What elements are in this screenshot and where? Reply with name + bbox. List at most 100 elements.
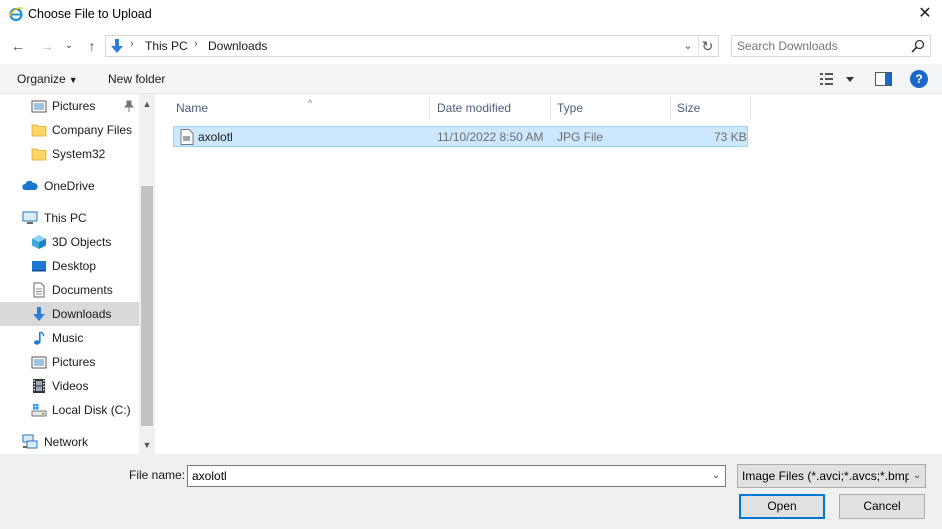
film-icon (33, 379, 45, 393)
chevron-up-icon: ▲ (142, 99, 152, 109)
back-arrow-icon: ← (11, 38, 25, 54)
sidebar-item-3d-objects[interactable]: 3D Objects (0, 230, 139, 254)
navigation-pane: Pictures Company Files System32 OneDrive… (0, 94, 155, 454)
file-type-value: Image Files (*.avci;*.avcs;*.bmp (742, 469, 910, 483)
forward-button[interactable]: → (37, 36, 57, 56)
chevron-down-icon: ⌄ (683, 40, 693, 52)
sidebar-item-pictures-quick[interactable]: Pictures (0, 94, 139, 118)
sidebar-item-label: Music (52, 331, 84, 345)
sidebar-item-label: Company Files (52, 123, 133, 137)
sidebar-item-label: This PC (44, 211, 87, 225)
column-header-name[interactable]: Name ^ (170, 96, 430, 120)
pictures-icon (31, 100, 47, 113)
chevron-down-icon: ⌄ (64, 40, 74, 51)
address-bar[interactable]: › This PC › Downloads ⌄ ↻ (105, 35, 719, 57)
column-header-size[interactable]: Size (671, 96, 751, 120)
column-header-date[interactable]: Date modified (431, 96, 551, 120)
scroll-down-button[interactable]: ▼ (139, 437, 155, 453)
address-dropdown-button[interactable]: ⌄ (680, 37, 696, 55)
chevron-down-icon: ⌄ (912, 470, 922, 481)
help-button[interactable]: ? (910, 70, 928, 88)
file-name-dropdown-button[interactable]: ⌄ (708, 468, 724, 484)
command-bar: Organize ▼ New folder ? (0, 64, 942, 94)
breadcrumb-separator: › (194, 38, 198, 50)
dialog-footer: File name: ⌄ Image Files (*.avci;*.avcs;… (0, 454, 942, 529)
sidebar-item-label: OneDrive (44, 179, 95, 193)
search-box[interactable] (731, 35, 931, 57)
file-name: axolotl (198, 130, 233, 144)
title-bar: Choose File to Upload ✕ (0, 0, 942, 28)
organize-label: Organize (17, 72, 66, 86)
sidebar-item-label: Pictures (52, 99, 96, 113)
sidebar-item-system32[interactable]: System32 (0, 142, 139, 166)
chevron-down-icon: ⌄ (711, 470, 721, 481)
cube-icon (32, 235, 46, 249)
sidebar-item-onedrive[interactable]: OneDrive (0, 174, 139, 198)
organize-button[interactable]: Organize ▼ (17, 72, 78, 86)
scrollbar-thumb[interactable] (141, 186, 153, 426)
pin-icon (124, 100, 134, 112)
folder-icon (31, 148, 47, 161)
change-view-button[interactable] (820, 72, 856, 86)
computer-icon (22, 211, 38, 224)
file-name-combobox[interactable]: ⌄ (187, 465, 726, 487)
search-input[interactable] (737, 38, 907, 54)
breadcrumb-separator: › (130, 38, 134, 50)
sidebar-item-music[interactable]: Music (0, 326, 139, 350)
back-button[interactable]: ← (8, 36, 28, 56)
sidebar-item-label: Documents (52, 283, 113, 297)
file-name-input[interactable] (192, 468, 702, 484)
sidebar-item-desktop[interactable]: Desktop (0, 254, 139, 278)
close-button[interactable]: ✕ (915, 4, 935, 24)
column-name-label: Name (176, 101, 209, 115)
sidebar-item-label: Videos (52, 379, 89, 393)
cancel-button[interactable]: Cancel (839, 494, 925, 519)
image-file-icon (180, 129, 194, 145)
file-list: Name ^ Date modified Type Size axolotl 1… (157, 94, 942, 454)
file-size: 73 KB (714, 130, 747, 144)
sidebar-item-label: System32 (52, 147, 106, 161)
window-title: Choose File to Upload (28, 7, 152, 21)
sidebar-item-local-disk[interactable]: Local Disk (C:) (0, 398, 139, 422)
new-folder-button[interactable]: New folder (108, 72, 165, 86)
open-button[interactable]: Open (739, 494, 825, 519)
sidebar-item-downloads[interactable]: Downloads (0, 302, 139, 326)
preview-pane-button[interactable] (875, 72, 892, 86)
document-icon (33, 282, 45, 298)
sort-ascending-icon: ^ (308, 98, 313, 108)
forward-arrow-icon: → (40, 38, 54, 54)
breadcrumb-downloads[interactable]: Downloads (208, 39, 267, 53)
download-arrow-icon (111, 39, 123, 53)
up-arrow-icon: ↑ (88, 38, 96, 54)
sidebar-item-this-pc[interactable]: This PC (0, 206, 139, 230)
folder-icon (31, 124, 47, 137)
sidebar-item-company-files[interactable]: Company Files (0, 118, 139, 142)
search-icon (911, 39, 925, 53)
internet-explorer-icon (8, 7, 23, 22)
breadcrumb-this-pc[interactable]: This PC (145, 39, 188, 53)
close-icon: ✕ (918, 5, 932, 22)
recent-locations-button[interactable]: ⌄ (62, 36, 76, 56)
file-type-select[interactable]: Image Files (*.avci;*.avcs;*.bmp ⌄ (737, 464, 926, 488)
desktop-icon (32, 261, 46, 272)
sidebar-item-label: Network (44, 435, 89, 449)
sidebar-item-label: Desktop (52, 259, 97, 273)
download-arrow-icon (33, 307, 45, 321)
navigation-scrollbar[interactable]: ▲ ▼ (139, 94, 155, 454)
network-icon (22, 434, 38, 449)
up-button[interactable]: ↑ (82, 36, 102, 56)
file-type-dropdown-button[interactable]: ⌄ (909, 468, 925, 484)
sidebar-item-documents[interactable]: Documents (0, 278, 139, 302)
caret-down-icon: ▼ (68, 75, 78, 85)
column-header-type[interactable]: Type (551, 96, 671, 120)
file-name-label: File name: (129, 468, 186, 482)
file-row[interactable]: axolotl 11/10/2022 8:50 AM JPG File 73 K… (173, 126, 748, 147)
sidebar-item-network[interactable]: Network (0, 430, 139, 454)
file-type: JPG File (557, 130, 604, 144)
scroll-up-button[interactable]: ▲ (139, 96, 155, 112)
sidebar-item-pictures[interactable]: Pictures (0, 350, 139, 374)
file-date: 11/10/2022 8:50 AM (437, 130, 544, 144)
refresh-icon: ↻ (701, 38, 714, 54)
refresh-button[interactable]: ↻ (698, 37, 716, 55)
sidebar-item-videos[interactable]: Videos (0, 374, 139, 398)
